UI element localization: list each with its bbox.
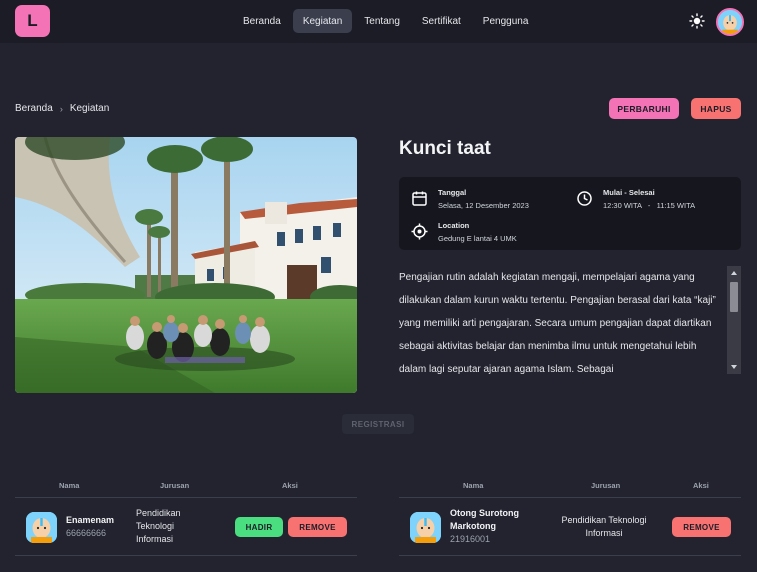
scroll-thumb[interactable] — [730, 282, 738, 312]
nav-item-beranda[interactable]: Beranda — [233, 9, 291, 33]
description-scrollbar[interactable] — [727, 266, 741, 374]
register-button[interactable]: REGISTRASI — [342, 414, 414, 434]
event-time: Mulai - Selesai 12:30 WITA - 11:15 WITA — [576, 187, 695, 211]
remove-button[interactable]: REMOVE — [672, 517, 731, 537]
event-description: Pengajian rutin adalah kegiatan mengaji,… — [399, 272, 716, 374]
participant-name: Markotong — [450, 521, 496, 531]
header-major: Jurusan — [591, 481, 621, 490]
time-value: 12:30 WITA - 11:15 WITA — [603, 201, 696, 210]
calendar-icon — [412, 191, 427, 206]
event-info-card: Tanggal Selasa, 12 Desember 2023 Mulai -… — [399, 177, 741, 250]
user-avatar[interactable] — [716, 8, 744, 36]
nav-menu: Beranda Kegiatan Tentang Sertifikat Peng… — [233, 9, 538, 33]
nav-item-sertifikat[interactable]: Sertifikat — [412, 9, 471, 33]
major-line: Informasi — [136, 534, 174, 544]
nav-item-pengguna[interactable]: Pengguna — [473, 9, 539, 33]
event-title: Kunci taat — [399, 138, 491, 159]
breadcrumb-current[interactable]: Kegiatan — [70, 103, 109, 114]
participant-avatar — [410, 512, 441, 543]
hadir-button[interactable]: HADIR — [235, 517, 283, 537]
date-label: Tanggal — [438, 188, 467, 197]
header-major: Jurusan — [160, 481, 190, 490]
chevron-right-icon: › — [59, 103, 63, 114]
participant-major: Pendidikan Teknologi Informasi — [554, 514, 654, 540]
participant-name: Enamenam — [66, 515, 115, 525]
location-label: Location — [438, 221, 470, 230]
navbar: L Beranda Kegiatan Tentang Sertifikat Pe… — [0, 0, 757, 43]
participant-name: Otong Surotong — [450, 508, 519, 518]
date-value: Selasa, 12 Desember 2023 — [438, 201, 529, 210]
sun-icon[interactable] — [689, 13, 705, 29]
app-logo[interactable]: L — [15, 5, 50, 37]
table-row: Enamenam 66666666 Pendidikan Teknologi I… — [15, 498, 357, 556]
location-value: Gedung E lantai 4 UMK — [438, 234, 517, 243]
major-line: Informasi — [585, 528, 623, 538]
major-line: Pendidikan — [136, 508, 181, 518]
participants-table-left: Nama Jurusan Aksi Enamenam 66666666 Pend… — [15, 478, 357, 556]
event-description-box[interactable]: Pengajian rutin adalah kegiatan mengaji,… — [399, 266, 741, 374]
update-button[interactable]: PERBARUHI — [609, 98, 679, 119]
participant-avatar — [26, 512, 57, 543]
breadcrumb: Beranda › Kegiatan — [15, 103, 109, 114]
breadcrumb-home[interactable]: Beranda — [15, 103, 53, 114]
table-row: Otong Surotong Markotong 21916001 Pendid… — [399, 498, 741, 556]
event-photo — [15, 137, 357, 393]
header-action: Aksi — [282, 481, 298, 490]
nav-item-kegiatan[interactable]: Kegiatan — [292, 9, 353, 33]
participant-id: 66666666 — [66, 528, 107, 538]
nav-item-tentang[interactable]: Tentang — [354, 9, 410, 33]
major-line: Teknologi — [136, 521, 175, 531]
location-target-icon — [411, 223, 428, 240]
table-header: Nama Jurusan Aksi — [399, 478, 741, 498]
participants-table-right: Nama Jurusan Aksi Otong Surotong Markoto… — [399, 478, 741, 556]
time-label: Mulai - Selesai — [603, 188, 655, 197]
header-name: Nama — [59, 481, 80, 490]
event-date: Tanggal Selasa, 12 Desember 2023 — [411, 187, 529, 211]
header-name: Nama — [463, 481, 484, 490]
event-location: Location Gedung E lantai 4 UMK — [411, 220, 517, 244]
table-header: Nama Jurusan Aksi — [15, 478, 357, 498]
clock-icon — [577, 191, 592, 206]
header-action: Aksi — [693, 481, 709, 490]
scroll-up-arrow-icon[interactable] — [731, 271, 737, 275]
participant-major: Pendidikan Teknologi Informasi — [136, 507, 181, 546]
scroll-down-arrow-icon[interactable] — [731, 365, 737, 369]
delete-button[interactable]: HAPUS — [691, 98, 741, 119]
remove-button[interactable]: REMOVE — [288, 517, 347, 537]
major-line: Pendidikan Teknologi — [561, 515, 647, 525]
participant-id: 21916001 — [450, 534, 491, 544]
